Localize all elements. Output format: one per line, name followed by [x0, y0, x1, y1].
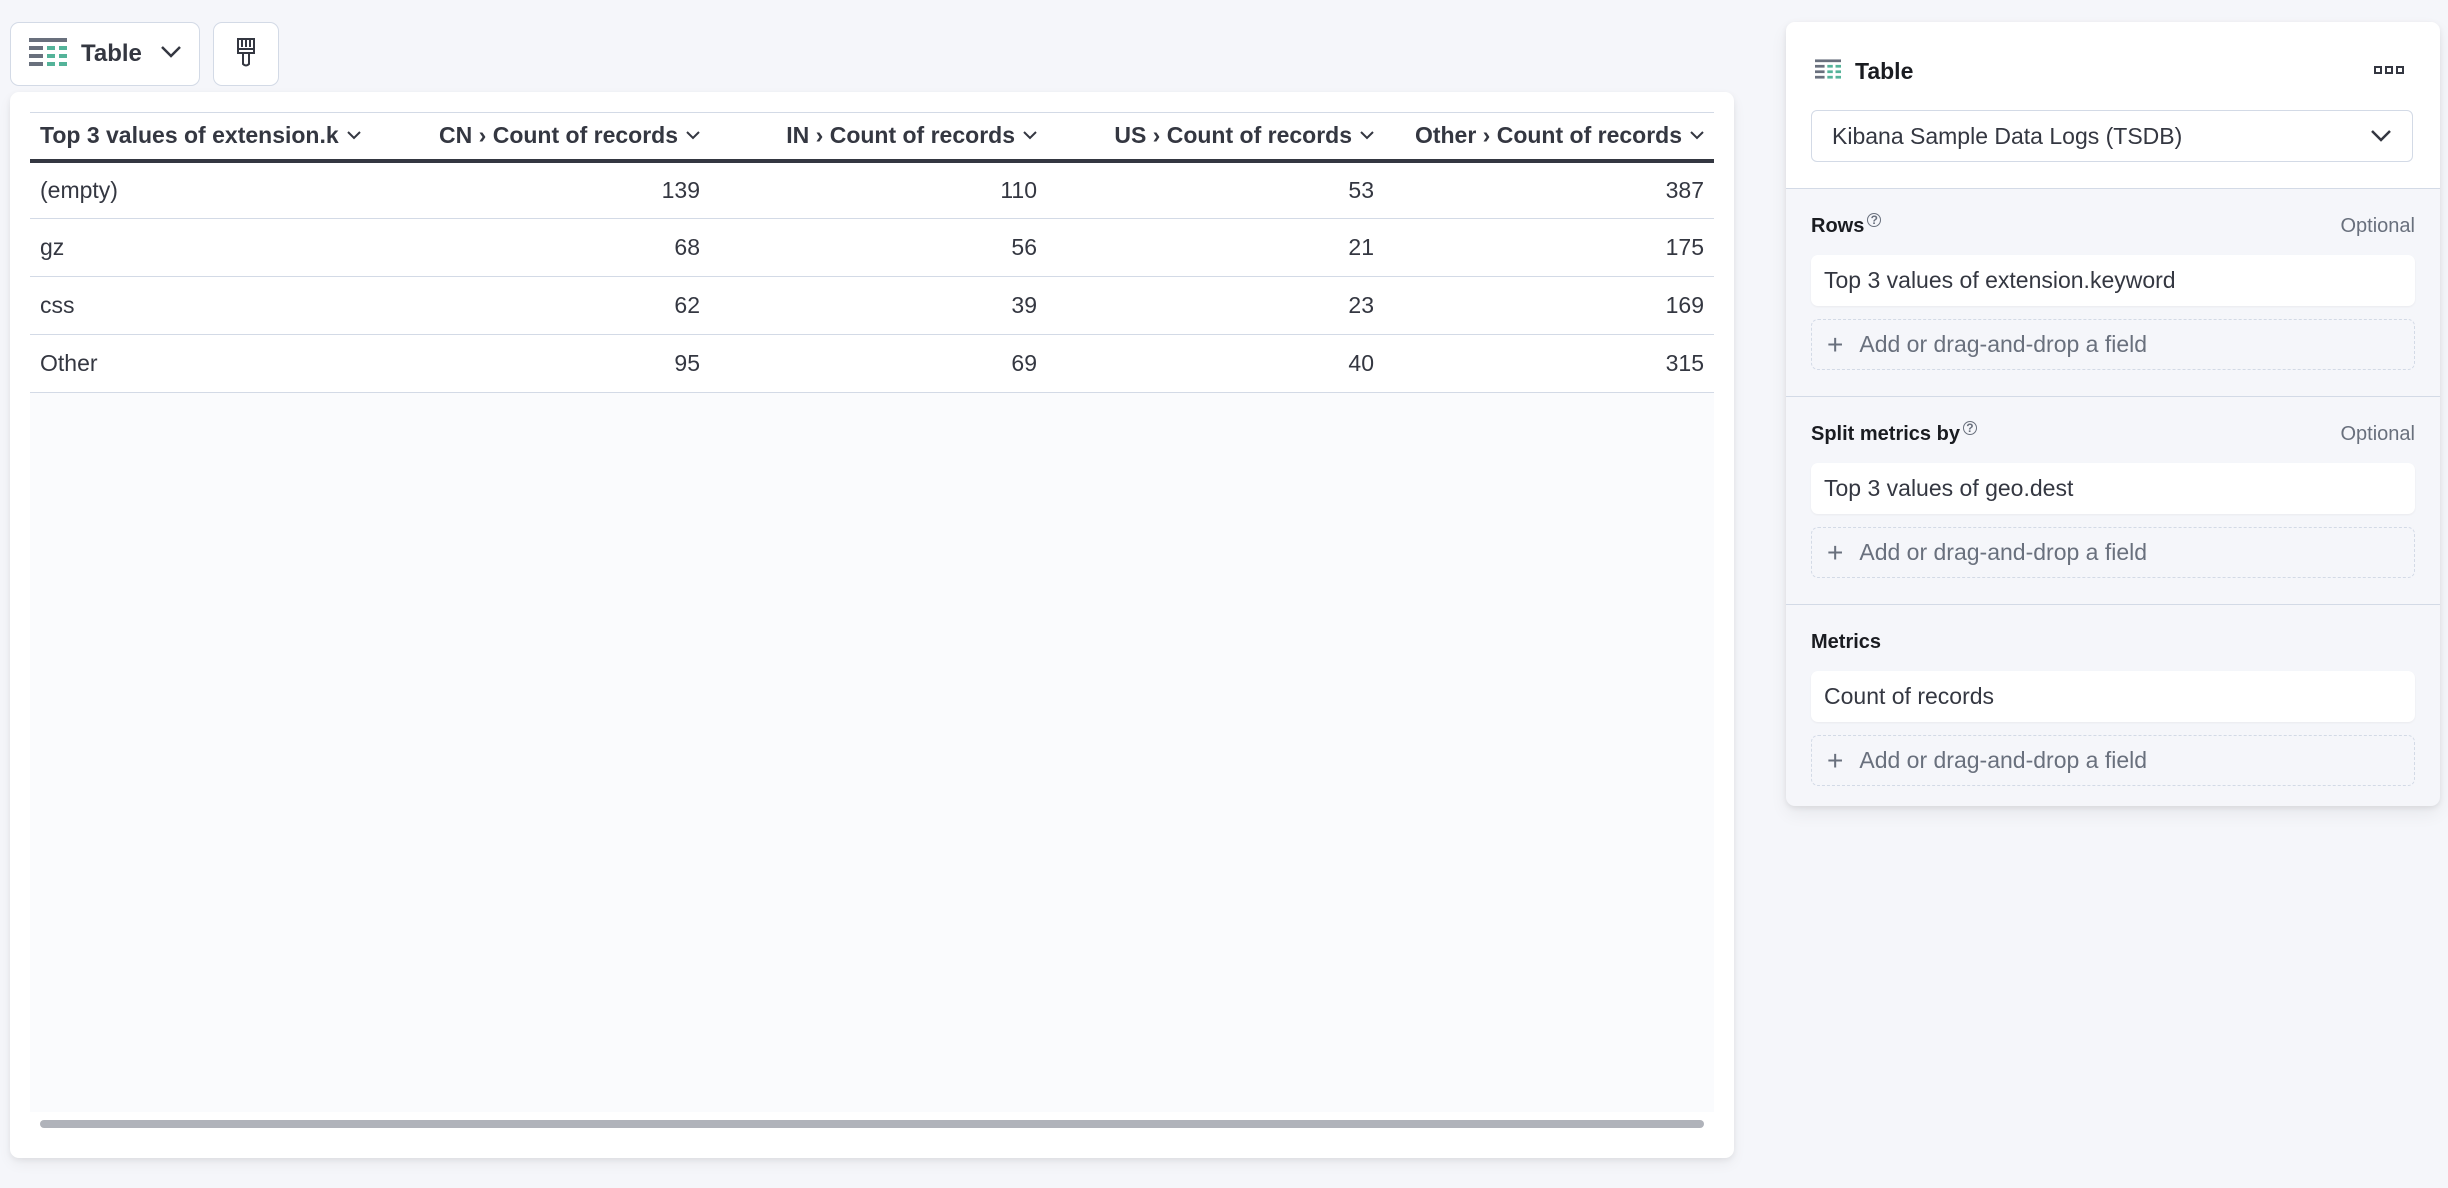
column-header-label: CN › Count of records	[439, 122, 678, 149]
table-cell[interactable]: 110	[710, 160, 1047, 219]
more-options-icon[interactable]	[2374, 66, 2404, 74]
section-label: Split metrics by?	[1811, 420, 1977, 446]
add-field-label: Add or drag-and-drop a field	[1859, 331, 2148, 357]
plus-icon: +	[1827, 744, 1844, 776]
metrics-section: Metrics Count of records + Add or drag-an…	[1786, 605, 2440, 806]
section-label-text: Metrics	[1811, 630, 1882, 653]
style-options-button[interactable]	[213, 22, 279, 86]
section-label: Metrics	[1811, 631, 1881, 654]
add-field-button[interactable]: + Add or drag-and-drop a field	[1811, 527, 2415, 578]
column-header-label: Top 3 values of extension.k	[40, 122, 339, 149]
optional-label: Optional	[2340, 214, 2416, 237]
column-header[interactable]: US › Count of records	[1047, 112, 1384, 163]
table-cell[interactable]: 56	[710, 218, 1047, 277]
horizontal-scrollbar[interactable]	[40, 1120, 1704, 1128]
panel-title: Table	[1855, 58, 1914, 84]
column-header-label: US › Count of records	[1114, 122, 1352, 149]
chevron-down-icon	[1360, 131, 1374, 140]
dimension-item[interactable]: Count of records	[1811, 671, 2415, 722]
split-metrics-section: Split metrics by? Optional Top 3 values …	[1786, 397, 2440, 605]
column-header-label: Other › Count of records	[1414, 122, 1682, 149]
chart-type-switcher[interactable]: Table	[10, 22, 200, 86]
optional-label: Optional	[2340, 422, 2416, 445]
layer-title: Table	[1815, 58, 1913, 85]
dimension-item[interactable]: Top 3 values of geo.dest	[1811, 463, 2415, 514]
table-row: (empty) 139 110 53 387	[30, 160, 1714, 219]
table-row: Other 95 69 40 315	[30, 334, 1714, 393]
add-field-button[interactable]: + Add or drag-and-drop a field	[1811, 319, 2415, 370]
table-cell[interactable]: 39	[710, 276, 1047, 335]
table-cell[interactable]: (empty)	[30, 160, 373, 219]
table-cell[interactable]: 23	[1047, 276, 1384, 335]
column-header[interactable]: Top 3 values of extension.k	[30, 112, 373, 163]
column-header[interactable]: Other › Count of records	[1384, 112, 1714, 163]
table-cell[interactable]: 387	[1384, 160, 1714, 219]
layer-config-panel: Table Kibana Sample Data Logs (TSDB) Row…	[1786, 22, 2440, 806]
table-icon	[29, 37, 67, 71]
table-row: gz 68 56 21 175	[30, 218, 1714, 277]
data-view-value: Kibana Sample Data Logs (TSDB)	[1832, 122, 2183, 149]
data-view-select[interactable]: Kibana Sample Data Logs (TSDB)	[1811, 110, 2413, 162]
plus-icon: +	[1827, 536, 1844, 568]
panel-header: Table Kibana Sample Data Logs (TSDB)	[1786, 22, 2440, 189]
chevron-down-icon	[160, 45, 182, 64]
table-cell[interactable]: 62	[373, 276, 710, 335]
table-cell[interactable]: 68	[373, 218, 710, 277]
table-row: css 62 39 23 169	[30, 276, 1714, 335]
dimension-item[interactable]: Top 3 values of extension.keyword	[1811, 255, 2415, 306]
column-header-label: IN › Count of records	[786, 122, 1015, 149]
data-table-area: Top 3 values of extension.k CN › Count o…	[30, 112, 1714, 1112]
add-field-button[interactable]: + Add or drag-and-drop a field	[1811, 735, 2415, 786]
chevron-down-icon	[1023, 131, 1037, 140]
table-header-row: Top 3 values of extension.k CN › Count o…	[30, 112, 1714, 163]
table-cell[interactable]: 69	[710, 334, 1047, 393]
section-label-text: Rows	[1811, 214, 1865, 237]
table-cell[interactable]: 95	[373, 334, 710, 393]
table-cell[interactable]: 21	[1047, 218, 1384, 277]
table-cell[interactable]: Other	[30, 334, 373, 393]
table-cell[interactable]: 139	[373, 160, 710, 219]
table-cell[interactable]: css	[30, 276, 373, 335]
table-cell[interactable]: 175	[1384, 218, 1714, 277]
rows-section: Rows? Optional Top 3 values of extension…	[1786, 189, 2440, 397]
table-cell[interactable]: gz	[30, 218, 373, 277]
visualization-workspace: Top 3 values of extension.k CN › Count o…	[10, 92, 1734, 1158]
table-cell[interactable]: 40	[1047, 334, 1384, 393]
paintbrush-icon	[236, 37, 256, 72]
data-table: Top 3 values of extension.k CN › Count o…	[30, 112, 1714, 393]
table-icon	[1815, 59, 1841, 84]
table-cell[interactable]: 53	[1047, 160, 1384, 219]
section-label: Rows?	[1811, 212, 1882, 238]
plus-icon: +	[1827, 328, 1844, 360]
chevron-down-icon	[346, 131, 361, 140]
table-cell[interactable]: 169	[1384, 276, 1714, 335]
chevron-down-icon	[686, 131, 700, 140]
help-icon[interactable]: ?	[1962, 420, 1977, 435]
chevron-down-icon	[1690, 131, 1704, 140]
column-header[interactable]: CN › Count of records	[373, 112, 710, 163]
add-field-label: Add or drag-and-drop a field	[1859, 539, 2148, 565]
column-header[interactable]: IN › Count of records	[710, 112, 1047, 163]
section-label-text: Split metrics by	[1811, 422, 1960, 445]
help-icon[interactable]: ?	[1867, 212, 1882, 227]
table-cell[interactable]: 315	[1384, 334, 1714, 393]
add-field-label: Add or drag-and-drop a field	[1859, 747, 2148, 773]
chevron-down-icon	[2371, 130, 2391, 142]
chart-type-label: Table	[81, 40, 142, 67]
